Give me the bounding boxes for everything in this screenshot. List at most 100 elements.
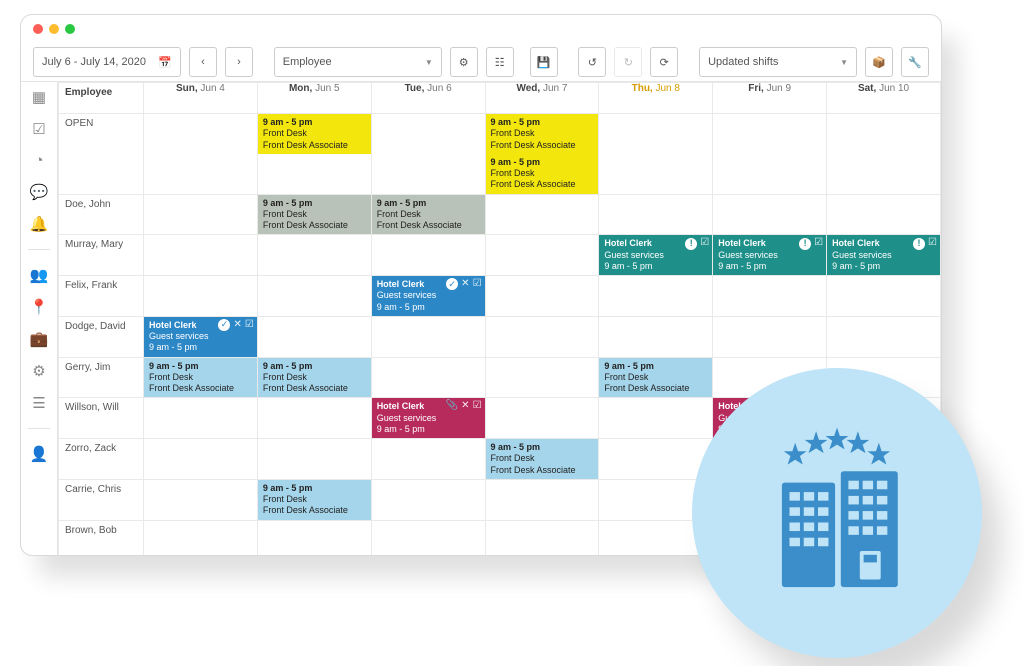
- day-cell[interactable]: [144, 398, 258, 439]
- day-cell[interactable]: 9 am - 5 pmFront DeskFront Desk Associat…: [257, 479, 371, 520]
- day-cell[interactable]: [257, 316, 371, 357]
- shift-card[interactable]: 📎✕☑Hotel ClerkGuest services9 am - 5 pm: [372, 398, 485, 438]
- day-cell[interactable]: [485, 194, 599, 235]
- day-cell[interactable]: [599, 439, 713, 480]
- check-icon[interactable]: ☑: [700, 237, 709, 250]
- day-cell[interactable]: 9 am - 5 pmFront DeskFront Desk Associat…: [257, 194, 371, 235]
- sidebar-briefcase-icon[interactable]: 💼: [30, 330, 49, 348]
- date-range-picker[interactable]: July 6 - July 14, 2020 📅: [33, 47, 181, 77]
- day-cell[interactable]: [144, 194, 258, 235]
- shift-card[interactable]: 9 am - 5 pmFront DeskFront Desk Associat…: [258, 358, 371, 398]
- day-cell[interactable]: 9 am - 5 pmFront DeskFront Desk Associat…: [257, 357, 371, 398]
- day-cell[interactable]: [144, 235, 258, 276]
- day-cell[interactable]: [371, 479, 485, 520]
- undo-button[interactable]: ↺: [578, 47, 606, 77]
- tools-button[interactable]: 🔧: [901, 47, 929, 77]
- close-icon[interactable]: ✕: [233, 319, 241, 332]
- day-cell[interactable]: 9 am - 5 pmFront DeskFront Desk Associat…: [371, 194, 485, 235]
- day-cell[interactable]: [257, 439, 371, 480]
- day-cell[interactable]: [257, 235, 371, 276]
- sidebar-tasks-icon[interactable]: ☑: [32, 120, 45, 138]
- settings-button[interactable]: ⚙: [450, 47, 478, 77]
- redo-button[interactable]: ↻: [614, 47, 642, 77]
- day-cell[interactable]: ✓✕☑Hotel ClerkGuest services9 am - 5 pm: [144, 316, 258, 357]
- day-cell[interactable]: [827, 316, 941, 357]
- refresh-button[interactable]: ⟳: [650, 47, 678, 77]
- shift-card[interactable]: !☑Hotel ClerkGuest services9 am - 5 pm: [827, 235, 940, 275]
- day-cell[interactable]: [485, 357, 599, 398]
- shift-card[interactable]: 9 am - 5 pmFront DeskFront Desk Associat…: [144, 358, 257, 398]
- day-cell[interactable]: 9 am - 5 pmFront DeskFront Desk Associat…: [257, 114, 371, 195]
- filter-button[interactable]: ☷: [486, 47, 514, 77]
- group-by-select[interactable]: Employee ▼: [274, 47, 442, 77]
- day-cell[interactable]: [599, 194, 713, 235]
- sidebar-location-icon[interactable]: 📍: [30, 298, 49, 316]
- shift-card[interactable]: 9 am - 5 pmFront DeskFront Desk Associat…: [258, 114, 371, 154]
- day-cell[interactable]: ✓✕☑Hotel ClerkGuest services9 am - 5 pm: [371, 276, 485, 317]
- sidebar-alerts-icon[interactable]: 🔔: [30, 215, 49, 233]
- employee-name[interactable]: Felix, Frank: [59, 276, 144, 317]
- employee-name[interactable]: Willson, Will: [59, 398, 144, 439]
- shift-card[interactable]: 9 am - 5 pmFront DeskFront Desk Associat…: [258, 195, 371, 235]
- archive-button[interactable]: 📦: [865, 47, 893, 77]
- day-cell[interactable]: [485, 479, 599, 520]
- day-cell[interactable]: [713, 316, 827, 357]
- shift-card[interactable]: 9 am - 5 pmFront DeskFront Desk Associat…: [486, 154, 599, 194]
- day-cell[interactable]: [599, 398, 713, 439]
- employee-name[interactable]: Zorro, Zack: [59, 439, 144, 480]
- save-button[interactable]: 💾: [530, 47, 558, 77]
- day-cell[interactable]: [257, 276, 371, 317]
- day-cell[interactable]: 9 am - 5 pmFront DeskFront Desk Associat…: [485, 439, 599, 480]
- day-cell[interactable]: [713, 194, 827, 235]
- day-cell[interactable]: [144, 479, 258, 520]
- shift-card[interactable]: 9 am - 5 pmFront DeskFront Desk Associat…: [486, 114, 599, 154]
- day-cell[interactable]: 9 am - 5 pmFront DeskFront Desk Associat…: [144, 357, 258, 398]
- day-cell[interactable]: 9 am - 5 pmFront DeskFront Desk Associat…: [599, 357, 713, 398]
- day-cell[interactable]: [257, 520, 371, 556]
- day-cell[interactable]: [144, 439, 258, 480]
- close-icon[interactable]: ✕: [461, 400, 469, 413]
- check-icon[interactable]: ☑: [928, 237, 937, 250]
- check-icon[interactable]: ☑: [473, 278, 482, 291]
- employee-name[interactable]: OPEN: [59, 114, 144, 195]
- day-cell[interactable]: [144, 114, 258, 195]
- sidebar-list-icon[interactable]: ☰: [32, 394, 45, 412]
- day-cell[interactable]: [371, 357, 485, 398]
- day-cell[interactable]: [371, 114, 485, 195]
- day-cell[interactable]: [485, 316, 599, 357]
- day-cell[interactable]: [485, 276, 599, 317]
- sidebar-team-icon[interactable]: 👥: [30, 266, 49, 284]
- shift-card[interactable]: !☑Hotel ClerkGuest services9 am - 5 pm: [713, 235, 826, 275]
- day-cell[interactable]: !☑Hotel ClerkGuest services9 am - 5 pm: [827, 235, 941, 276]
- shift-card[interactable]: ✓✕☑Hotel ClerkGuest services9 am - 5 pm: [372, 276, 485, 316]
- day-cell[interactable]: [371, 316, 485, 357]
- day-cell[interactable]: !☑Hotel ClerkGuest services9 am - 5 pm: [713, 235, 827, 276]
- employee-name[interactable]: Brown, Bob: [59, 520, 144, 556]
- window-minimize-icon[interactable]: [49, 24, 59, 34]
- day-cell[interactable]: [371, 439, 485, 480]
- close-icon[interactable]: ✕: [461, 278, 469, 291]
- shift-card[interactable]: 9 am - 5 pmFront DeskFront Desk Associat…: [486, 439, 599, 479]
- day-cell[interactable]: 9 am - 5 pmFront DeskFront Desk Associat…: [485, 114, 599, 195]
- day-cell[interactable]: [485, 398, 599, 439]
- check-icon[interactable]: ☑: [473, 400, 482, 413]
- day-cell[interactable]: [485, 520, 599, 556]
- sidebar-settings-icon[interactable]: ⚙: [32, 362, 45, 380]
- sidebar-reports-icon[interactable]: ◔: [34, 152, 43, 169]
- check-icon[interactable]: ☑: [245, 319, 254, 332]
- day-cell[interactable]: [827, 194, 941, 235]
- day-cell[interactable]: [485, 235, 599, 276]
- employee-name[interactable]: Carrie, Chris: [59, 479, 144, 520]
- updated-shifts-select[interactable]: Updated shifts ▼: [699, 47, 857, 77]
- day-cell[interactable]: [144, 520, 258, 556]
- day-cell[interactable]: [599, 114, 713, 195]
- employee-name[interactable]: Gerry, Jim: [59, 357, 144, 398]
- day-cell[interactable]: [371, 235, 485, 276]
- shift-card[interactable]: 9 am - 5 pmFront DeskFront Desk Associat…: [599, 358, 712, 398]
- day-cell[interactable]: [827, 114, 941, 195]
- employee-name[interactable]: Doe, John: [59, 194, 144, 235]
- prev-week-button[interactable]: ‹: [189, 47, 217, 77]
- attach-icon[interactable]: 📎: [446, 400, 458, 413]
- sidebar-profile-icon[interactable]: 👤: [30, 445, 49, 463]
- sidebar-grid-icon[interactable]: ▦: [32, 88, 46, 106]
